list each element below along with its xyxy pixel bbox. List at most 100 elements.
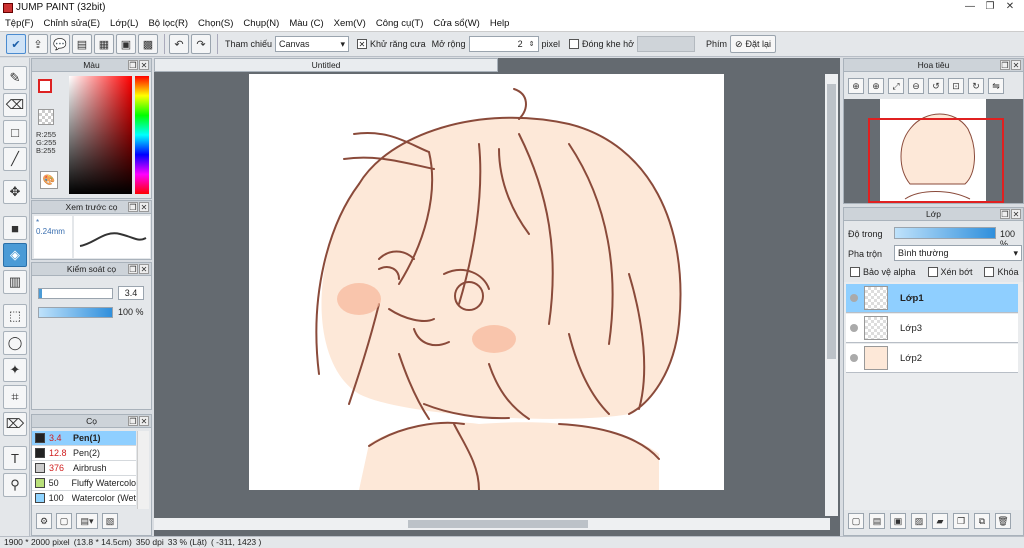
select-eraser-icon[interactable]: ⌦ [3,412,27,436]
undock-icon[interactable]: ❐ [1000,209,1010,219]
reset-view-icon[interactable]: ⊡ [948,78,964,94]
eyedropper-icon[interactable]: ⚲ [3,473,27,497]
layer-row[interactable]: Lớp3 [846,314,1018,343]
gap-slider[interactable] [636,36,695,52]
menu-select[interactable]: Chọn(S) [193,18,238,29]
lasso-icon[interactable]: ◯ [3,331,27,355]
new-layer-icon[interactable]: ▢ [848,513,864,529]
close-icon[interactable]: ✕ [1011,60,1021,70]
expand-input[interactable]: 2 ⇕ [468,36,539,52]
minimize-button[interactable]: — [960,0,980,14]
close-icon[interactable]: ✕ [1011,209,1021,219]
copy-layer-icon[interactable]: ❐ [953,513,969,529]
rotate-left-icon[interactable]: ↺ [928,78,944,94]
brush-list-scrollbar[interactable] [137,431,149,509]
horizontal-scroll-thumb[interactable] [408,520,588,528]
size-slider[interactable] [38,288,113,299]
transparent-swatch[interactable] [38,109,54,125]
brush-item[interactable]: 376 Airbrush [32,461,136,476]
close-button[interactable]: ✕ [1000,0,1020,14]
text-icon[interactable]: T [3,446,27,470]
layer-row[interactable]: Lớp1 [846,284,1018,313]
layer-pattern-icon[interactable]: ▨ [911,513,927,529]
menu-window[interactable]: Cửa sổ(W) [428,18,484,29]
brush-icon[interactable]: ✎ [3,66,27,90]
close-icon[interactable]: ✕ [139,202,149,212]
lock-checkbox[interactable] [984,267,995,277]
brush-menu-icon[interactable]: ▤▾ [76,513,98,529]
check-icon[interactable]: ✔ [6,34,26,54]
menu-filter[interactable]: Bộ lọc(R) [143,18,193,29]
horizontal-scrollbar[interactable] [154,518,830,530]
menu-edit[interactable]: Chỉnh sửa(E) [39,18,106,29]
foreground-color-swatch[interactable] [38,79,52,93]
menu-tools[interactable]: Công cụ(T) [371,18,429,29]
maximize-button[interactable]: ❐ [980,0,1000,14]
merge-layer-icon[interactable]: ⧉ [974,513,990,529]
brush-item[interactable]: 12.8 Pen(2) [32,446,136,461]
visibility-icon[interactable] [850,294,858,302]
antialias-checkbox[interactable]: ✕ [357,39,368,49]
reset-button[interactable]: ⊘ Đặt lại [730,35,777,53]
viewport-indicator[interactable] [868,118,1004,203]
menu-capture[interactable]: Chụp(N) [238,18,284,29]
magic-wand-icon[interactable]: ✦ [3,358,27,382]
palette-icon[interactable]: 🎨 [40,171,58,189]
layer-row[interactable]: Lớp2 [846,344,1018,373]
rect-select-icon[interactable]: ⬚ [3,304,27,328]
document-tab[interactable]: Untitled [154,58,498,72]
delete-layer-icon[interactable]: 🗑 [995,513,1011,529]
eraser-icon[interactable]: ⌫ [3,93,27,117]
message-icon[interactable]: ▤ [72,34,92,54]
undock-icon[interactable]: ❐ [128,60,138,70]
bucket-icon[interactable]: ◈ [3,243,27,267]
visibility-icon[interactable] [850,324,858,332]
share-icon[interactable]: ⇪ [28,34,48,54]
zoom-in-icon[interactable]: ⊕ [868,78,884,94]
comment-icon[interactable]: 💬 [50,34,70,54]
grid-icon[interactable]: ▩ [138,34,158,54]
rectangle-icon[interactable]: □ [3,120,27,144]
select-pen-icon[interactable]: ⌗ [3,385,27,409]
clipping-checkbox[interactable] [927,267,938,277]
move-icon[interactable]: ✥ [3,180,27,204]
rotate-right-icon[interactable]: ↻ [968,78,984,94]
close-icon[interactable]: ✕ [139,264,149,274]
menu-file[interactable]: Tệp(F) [0,18,39,29]
new-brush-icon[interactable]: ▢ [56,513,72,529]
undock-icon[interactable]: ❐ [128,416,138,426]
visibility-icon[interactable] [850,354,858,362]
menu-view[interactable]: Xem(V) [329,18,371,29]
line-icon[interactable]: ╱ [3,147,27,171]
protect-alpha-checkbox[interactable] [850,267,860,277]
flip-icon[interactable]: ⇋ [988,78,1004,94]
reference-select[interactable]: Canvas ▾ [275,36,350,52]
vertical-scroll-thumb[interactable] [827,84,836,359]
folder-icon[interactable]: ▰ [932,513,948,529]
zoom-in-icon[interactable]: ⊕ [848,78,864,94]
redo-icon[interactable]: ↷ [191,34,211,54]
gradient-icon[interactable]: ▥ [3,270,27,294]
new-layer-folder-icon[interactable]: ▤ [869,513,885,529]
menu-layer[interactable]: Lớp(L) [105,18,143,29]
layer-page-icon[interactable]: ▣ [890,513,906,529]
undock-icon[interactable]: ❐ [128,202,138,212]
close-icon[interactable]: ✕ [139,60,149,70]
drawing-canvas[interactable] [249,74,724,490]
brush-item[interactable]: 50 Fluffy Watercolor [32,476,136,491]
fit-icon[interactable]: ⤢ [888,78,904,94]
fill-rect-icon[interactable]: ■ [3,216,27,240]
undock-icon[interactable]: ❐ [128,264,138,274]
brush-copy-icon[interactable]: ▧ [102,513,118,529]
saturation-value-picker[interactable] [69,76,132,194]
hue-slider[interactable] [135,76,149,194]
zoom-out-icon[interactable]: ⊖ [908,78,924,94]
navigator-preview[interactable] [844,99,1023,203]
menu-color[interactable]: Màu (C) [284,18,328,29]
undo-icon[interactable]: ↶ [169,34,189,54]
undock-icon[interactable]: ❐ [1000,60,1010,70]
menu-help[interactable]: Help [485,18,515,29]
layer-opacity-slider[interactable] [894,227,996,239]
close-icon[interactable]: ✕ [139,416,149,426]
blend-mode-select[interactable]: Bình thường ▾ [894,245,1022,261]
